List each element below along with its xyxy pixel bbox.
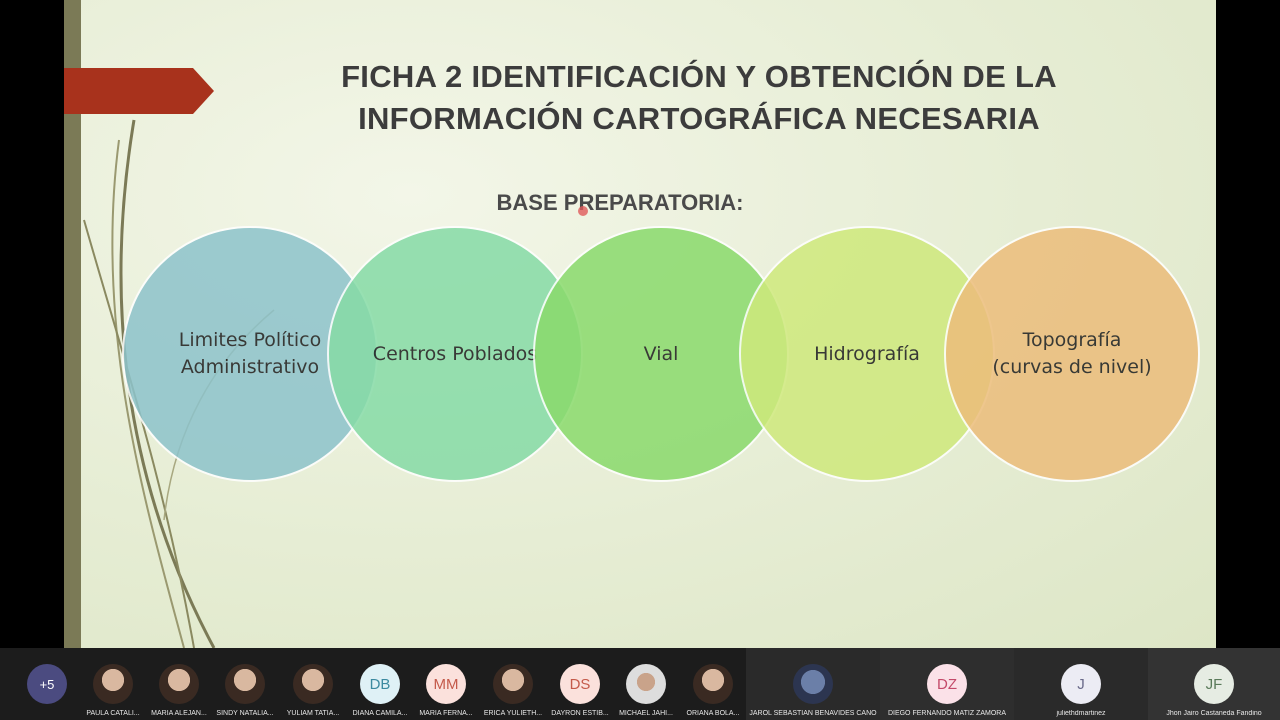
avatar <box>159 664 199 704</box>
participant-tile[interactable]: JF Jhon Jairo Castaneda Fandino <box>1148 648 1280 720</box>
avatar: DZ <box>927 664 967 704</box>
more-count: +5 <box>27 664 67 704</box>
more-participants-button[interactable]: +5 <box>14 648 80 720</box>
avatar <box>493 664 533 704</box>
avatar <box>225 664 265 704</box>
participant-name: JAROL SEBASTIAN BENAVIDES CANO <box>749 710 877 717</box>
participant-name: MARIA FERNA... <box>419 710 473 717</box>
participant[interactable]: MARIA ALEJAN... <box>146 648 212 720</box>
avatar <box>693 664 733 704</box>
participant-name: ERICA YULIETH... <box>483 710 543 717</box>
slide-title: FICHA 2 IDENTIFICACIÓN Y OBTENCIÓN DE LA… <box>341 59 1057 136</box>
avatar <box>93 664 133 704</box>
participant-name: MARIA ALEJAN... <box>151 710 207 717</box>
participant[interactable]: SINDY NATALIA... <box>212 648 278 720</box>
participant[interactable]: YULIAM TATIA... <box>280 648 346 720</box>
participant-name: DIEGO FERNANDO MATIZ ZAMORA <box>887 710 1007 717</box>
participant-name: SINDY NATALIA... <box>216 710 274 717</box>
avatar <box>626 664 666 704</box>
avatar: J <box>1061 664 1101 704</box>
avatar: DS <box>560 664 600 704</box>
participant-name: ORIANA BOLA... <box>686 710 740 717</box>
participant-tile[interactable]: JAROL SEBASTIAN BENAVIDES CANO <box>746 648 880 720</box>
circle-label: Topografía (curvas de nivel) <box>992 329 1152 378</box>
presentation-slide: FICHA 2 IDENTIFICACIÓN Y OBTENCIÓN DE LA… <box>64 0 1216 648</box>
circle-label: Vial <box>643 342 679 365</box>
participant[interactable]: MM MARIA FERNA... <box>413 648 479 720</box>
participant[interactable]: ERICA YULIETH... <box>480 648 546 720</box>
avatar <box>293 664 333 704</box>
participant-name: DIANA CAMILA... <box>352 710 408 717</box>
participant-name: PAULA CATALI... <box>86 710 140 717</box>
participant-name: Jhon Jairo Castaneda Fandino <box>1166 710 1262 717</box>
pointer-cursor-icon <box>578 206 588 216</box>
avatar <box>793 664 833 704</box>
participant-name: MICHAEL JAHI... <box>619 710 673 717</box>
participant[interactable]: DS DAYRON ESTIB... <box>547 648 613 720</box>
participant-name: YULIAM TATIA... <box>286 710 340 717</box>
circle-label: Hidrografía <box>814 342 920 365</box>
participant-tile[interactable]: DZ DIEGO FERNANDO MATIZ ZAMORA <box>880 648 1014 720</box>
participant[interactable]: ORIANA BOLA... <box>680 648 746 720</box>
participant-name: DAYRON ESTIB... <box>551 710 609 717</box>
avatar: MM <box>426 664 466 704</box>
circle-topografia: Topografía (curvas de nivel) <box>944 226 1200 482</box>
red-arrow-banner <box>64 68 214 114</box>
avatar: DB <box>360 664 400 704</box>
slide-subtitle: BASE PREPARATORIA: <box>64 190 1216 216</box>
participant[interactable]: PAULA CATALI... <box>80 648 146 720</box>
participant[interactable]: MICHAEL JAHI... <box>613 648 679 720</box>
avatar: JF <box>1194 664 1234 704</box>
circle-label: Centros Poblados <box>372 342 538 365</box>
participant-tile[interactable]: J juliethdmartinez <box>1014 648 1148 720</box>
participant-name: juliethdmartinez <box>1056 710 1106 717</box>
participant[interactable]: DB DIANA CAMILA... <box>347 648 413 720</box>
subtitle-text: BASE PREPARATORIA: <box>496 190 744 215</box>
circle-label: Limites Político Administrativo <box>178 329 322 378</box>
